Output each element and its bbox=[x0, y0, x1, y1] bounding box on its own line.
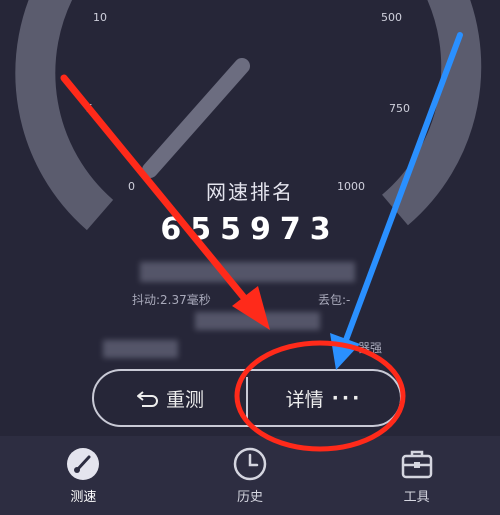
blue-arrow-head bbox=[330, 333, 360, 370]
gauge-tick-label: 750 bbox=[389, 102, 410, 115]
extra-stat: 器强 bbox=[358, 341, 383, 355]
blurred-info bbox=[195, 312, 320, 330]
rank-title: 网速排名 bbox=[206, 180, 294, 204]
jitter-stat: 抖动:2.37毫秒 bbox=[132, 293, 211, 307]
speedometer-icon bbox=[67, 448, 100, 480]
toolbox-icon bbox=[401, 450, 432, 479]
gauge-needle bbox=[142, 58, 250, 178]
clock-icon bbox=[233, 447, 267, 481]
packet-loss-stat: 丢包:- bbox=[318, 293, 351, 307]
retest-label: 重测 bbox=[165, 388, 204, 411]
gauge-tick-label: 5 bbox=[86, 102, 93, 115]
details-label: 详情 bbox=[285, 388, 324, 411]
more-dots-icon: ··· bbox=[331, 387, 363, 409]
gauge-tick-label: 10 bbox=[93, 11, 107, 24]
nav-label: 测速 bbox=[70, 490, 97, 505]
blurred-info bbox=[140, 262, 355, 282]
nav-item-tools[interactable]: 工具 bbox=[372, 446, 462, 505]
bottom-nav: 测速 历史 工具 bbox=[0, 436, 500, 515]
retest-button[interactable]: 重测 bbox=[94, 371, 246, 425]
nav-item-history[interactable]: 历史 bbox=[205, 446, 295, 505]
blurred-info bbox=[103, 340, 178, 358]
retest-icon bbox=[136, 391, 158, 407]
nav-item-speedtest[interactable]: 测速 bbox=[38, 446, 128, 505]
rank-value: 655973 bbox=[160, 212, 340, 247]
nav-label: 工具 bbox=[403, 490, 430, 505]
details-button[interactable]: 详情 ··· bbox=[248, 371, 400, 425]
nav-label: 历史 bbox=[236, 490, 263, 505]
action-button-group: 重测 详情 ··· bbox=[92, 369, 402, 427]
gauge-tick-label: 500 bbox=[381, 11, 402, 24]
